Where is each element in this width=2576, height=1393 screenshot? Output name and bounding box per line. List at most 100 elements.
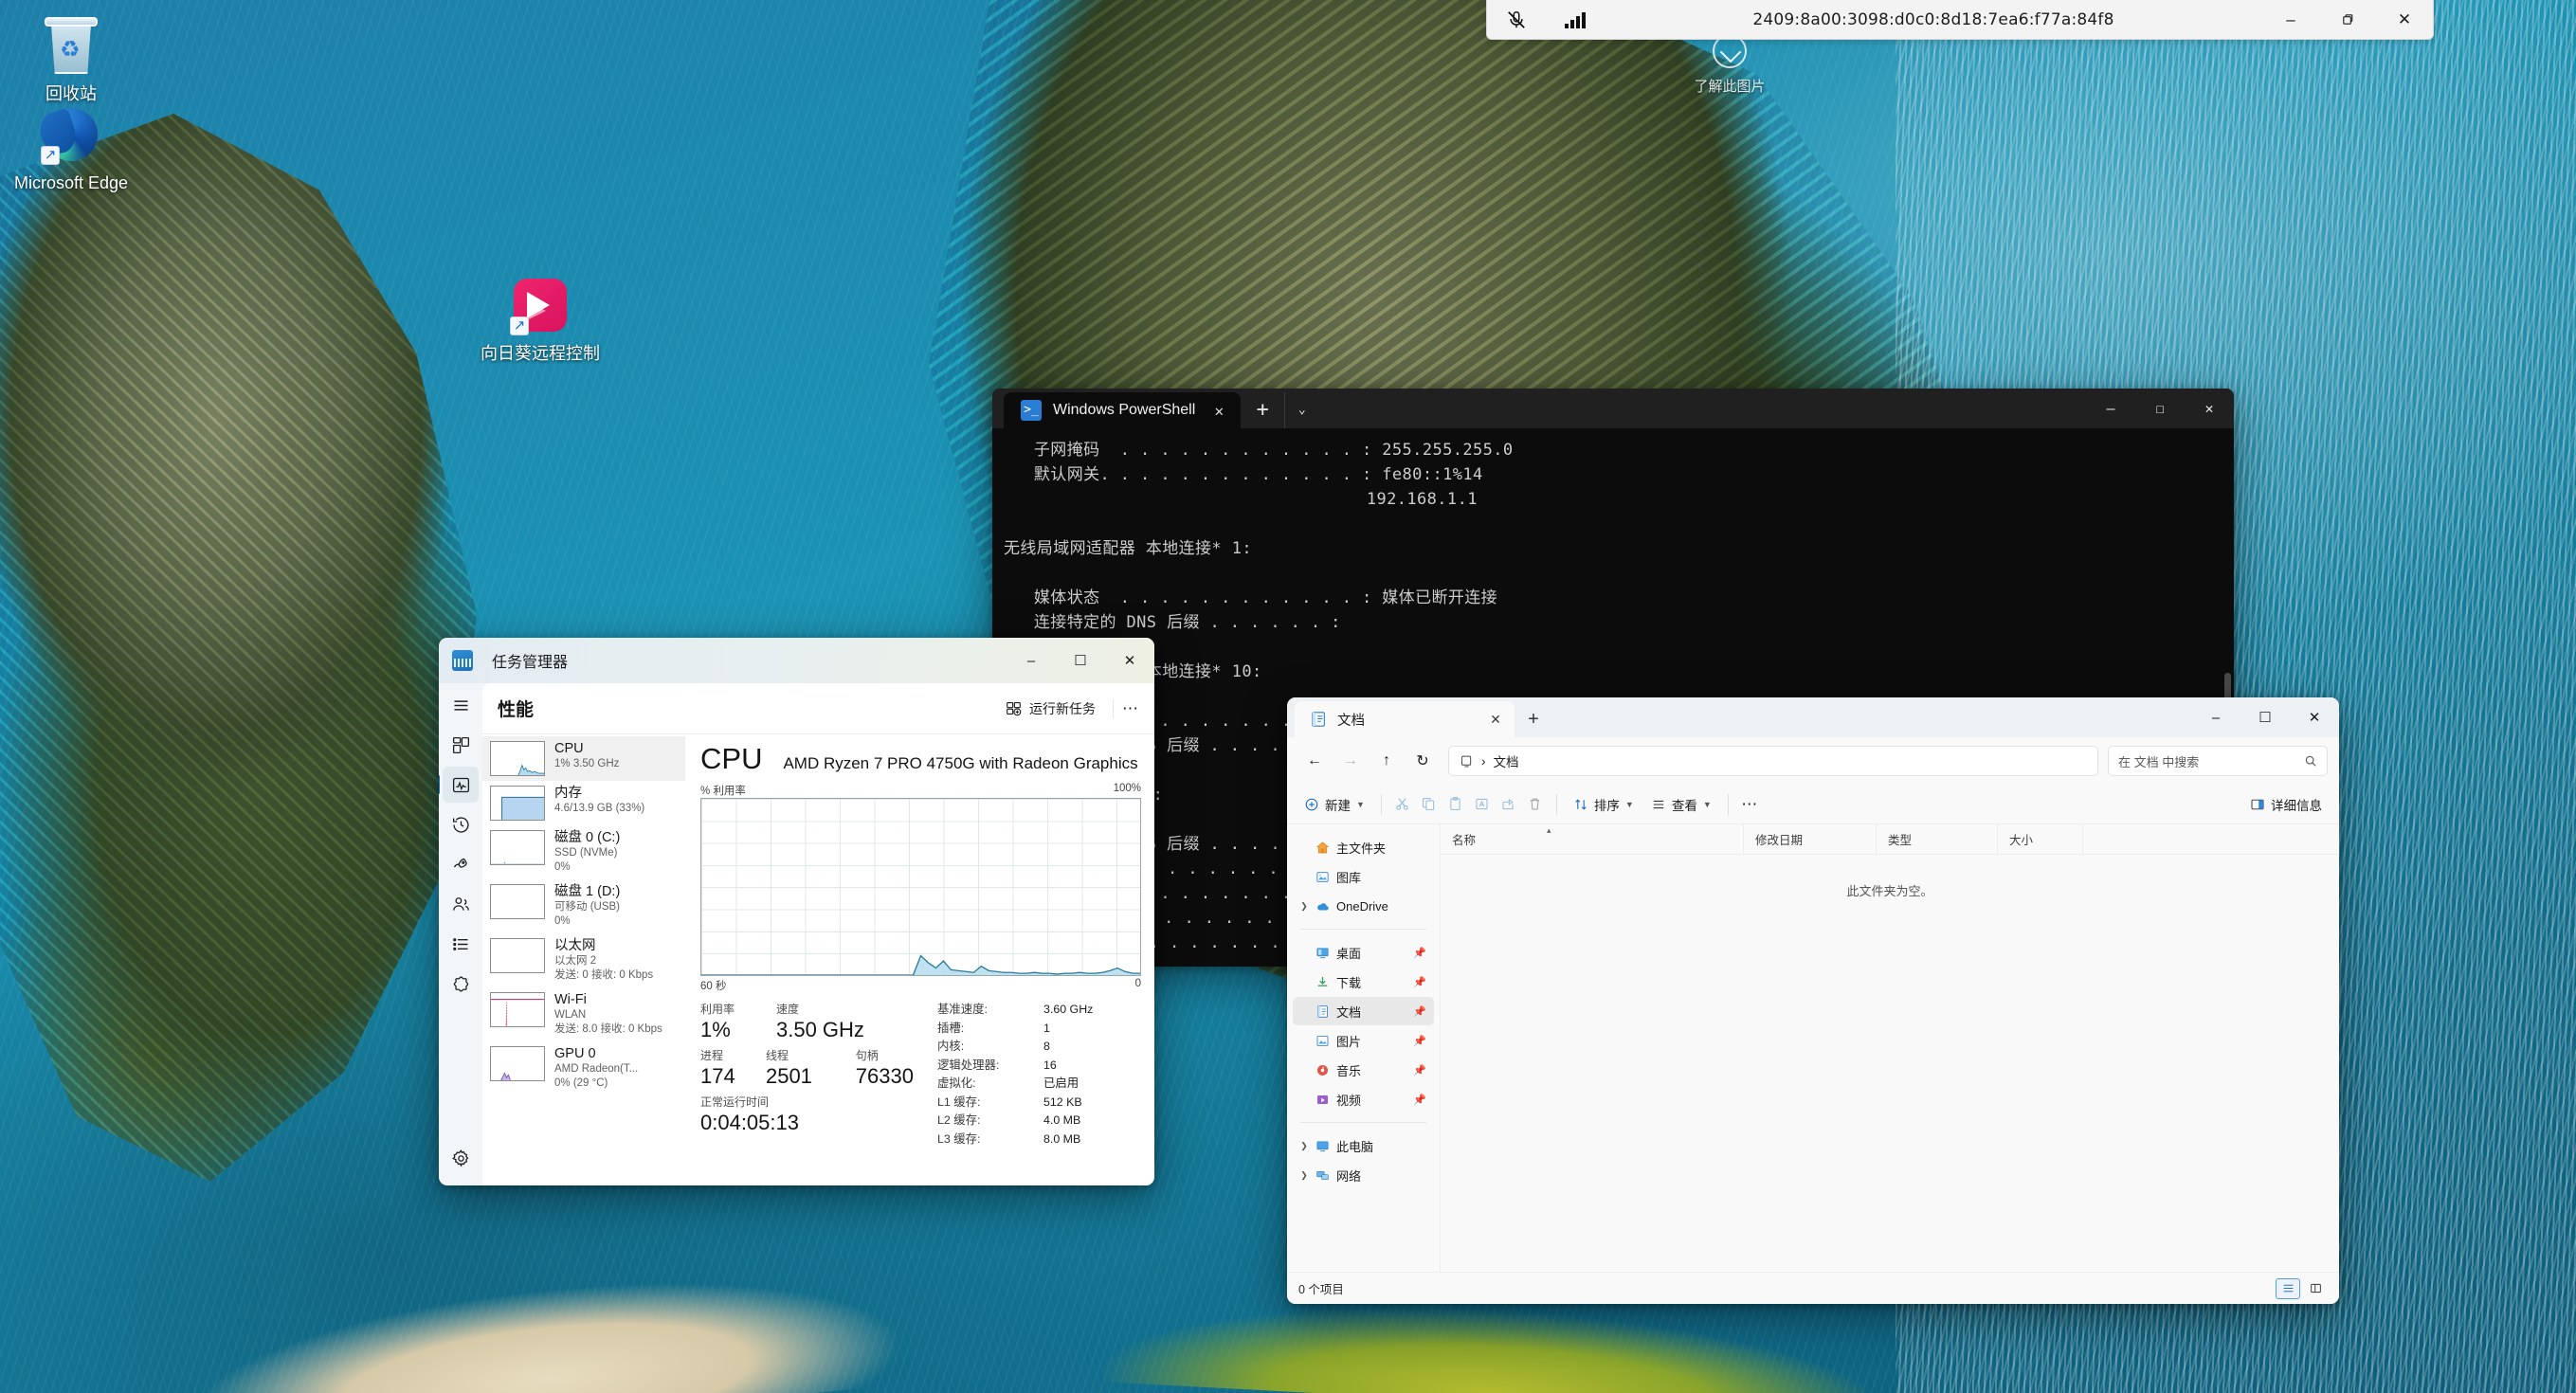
file-explorer-new-tab-button[interactable]: + [1515,701,1552,737]
toolbar-more-button[interactable]: ⋯ [1737,791,1762,818]
powershell-tab[interactable]: >_ Windows PowerShell ✕ [1004,392,1241,428]
powershell-tab-dropdown-icon[interactable]: ⌄ [1284,392,1318,428]
sidebar-item-label: 主文件夹 [1336,839,1413,857]
column-header[interactable]: 大小 [1998,824,2083,854]
device-list-item[interactable]: CPU1% 3.50 GHz [482,736,685,781]
pin-icon[interactable]: 📌 [1413,1064,1428,1076]
sidebar-item-performance[interactable] [443,767,479,803]
sidebar-item-documents[interactable]: 文档📌 [1293,997,1434,1025]
powershell-tab-close-icon[interactable]: ✕ [1206,402,1231,420]
sidebar-item-home[interactable]: 主文件夹 [1293,833,1434,861]
view-button[interactable]: 查看 ▼ [1643,789,1719,820]
file-explorer-toolbar: 新建 ▼ [1287,785,2339,824]
powershell-close-button[interactable]: ✕ [2185,389,2234,428]
sort-button[interactable]: 排序 ▼ [1566,789,1642,820]
file-explorer-maximize-button[interactable]: ☐ [2240,697,2290,737]
column-header[interactable]: 名称 [1441,824,1744,854]
device-stat: 发送: 8.0 接收: 0 Kbps [554,1022,662,1037]
task-manager-close-button[interactable]: ✕ [1105,638,1154,683]
sidebar-item-onedrive[interactable]: ❯OneDrive [1293,892,1434,920]
task-manager-window-controls: – ☐ ✕ [1007,638,1154,683]
tiles-view-icon[interactable] [2303,1278,2328,1299]
details-pane-icon [2250,797,2265,812]
session-close-button[interactable]: ✕ [2376,0,2433,40]
delete-icon[interactable] [1523,791,1548,818]
file-explorer-tab-close-icon[interactable]: ✕ [1482,712,1509,728]
powershell-maximize-button[interactable]: ☐ [2135,389,2185,428]
desktop-icon-sunflower-remote[interactable]: ↗ 向日葵远程控制 [479,273,602,365]
cpu-spec-row: 插槽:1 [937,1020,1141,1039]
sidebar-item-app-history[interactable] [443,806,479,842]
sidebar-item-startup-apps[interactable] [443,846,479,882]
chevron-right-icon[interactable]: ❯ [1297,901,1312,912]
breadcrumb[interactable]: › 文档 [1448,746,2098,776]
up-button[interactable]: ↑ [1370,746,1403,776]
pin-icon[interactable]: 📌 [1413,976,1428,988]
sidebar-item-services[interactable] [443,966,479,1002]
paste-icon[interactable] [1443,791,1468,818]
sidebar-item-details[interactable] [443,926,479,962]
pin-icon[interactable]: 📌 [1413,1094,1428,1106]
column-header[interactable]: 类型 [1877,824,1998,854]
session-minimize-button[interactable]: – [2262,0,2319,40]
device-list-item[interactable]: 磁盘 1 (D:)可移动 (USB)0% [482,879,685,933]
task-manager-window[interactable]: 任务管理器 – ☐ ✕ [439,638,1154,1185]
microphone-muted-icon[interactable] [1487,0,1546,40]
chevron-right-icon[interactable]: ❯ [1297,1141,1312,1151]
sidebar-item-network[interactable]: ❯网络 [1293,1161,1434,1189]
share-icon[interactable] [1497,791,1521,818]
chevron-right-icon[interactable]: ❯ [1297,1170,1312,1181]
copy-icon[interactable] [1417,791,1442,818]
file-explorer-close-button[interactable]: ✕ [2290,697,2339,737]
desktop-icon-recycle-bin[interactable]: ♻ 回收站 [9,13,133,105]
file-list-column-headers: 名称修改日期类型大小▴ [1441,824,2339,855]
sidebar-item-music[interactable]: 音乐📌 [1293,1056,1434,1084]
breadcrumb-current[interactable]: 文档 [1494,751,1519,770]
rename-icon[interactable] [1470,791,1495,818]
device-list-item[interactable]: 磁盘 0 (C:)SSD (NVMe)0% [482,825,685,879]
pin-icon[interactable]: 📌 [1413,947,1428,959]
details-pane-label: 详细信息 [2271,795,2322,814]
column-header[interactable]: 修改日期 [1744,824,1877,854]
sidebar-item-users[interactable] [443,886,479,922]
sort-button-label: 排序 [1594,795,1620,814]
task-manager-maximize-button[interactable]: ☐ [1056,638,1105,683]
search-input[interactable]: 在 文档 中搜索 [2108,746,2328,776]
device-list-item[interactable]: GPU 0AMD Radeon(T...0% (29 °C) [482,1041,685,1095]
task-manager-more-button[interactable]: ⋯ [1113,699,1147,718]
powershell-minimize-button[interactable]: – [2086,389,2135,428]
details-view-icon[interactable] [2276,1278,2300,1299]
desktop-icon-microsoft-edge[interactable]: ↗ Microsoft Edge [9,102,133,194]
sidebar-item-this-pc[interactable]: ❯此电脑 [1293,1131,1434,1160]
signal-bars-icon[interactable] [1546,0,1605,40]
edge-icon: ↗ [39,102,103,167]
pin-icon[interactable]: 📌 [1413,1005,1428,1018]
cut-icon[interactable] [1390,791,1415,818]
pin-icon[interactable]: 📌 [1413,1035,1428,1047]
settings-gear-icon[interactable] [443,1140,479,1176]
details-pane-button[interactable]: 详细信息 [2242,789,2330,820]
task-manager-minimize-button[interactable]: – [1007,638,1056,683]
new-button[interactable]: 新建 ▼ [1297,789,1372,820]
sidebar-item-downloads[interactable]: 下载📌 [1293,968,1434,996]
powershell-new-tab-button[interactable]: + [1241,392,1284,428]
device-list-item[interactable]: Wi-FiWLAN发送: 8.0 接收: 0 Kbps [482,987,685,1041]
run-new-task-button[interactable]: 运行新任务 [996,694,1105,724]
learn-about-image-watermark[interactable]: 了解此图片 [1668,34,1791,96]
sidebar-item-pictures[interactable]: 图片📌 [1293,1026,1434,1055]
device-list-item[interactable]: 内存4.6/13.9 GB (33%) [482,781,685,825]
hamburger-menu-icon[interactable] [443,687,479,723]
refresh-button[interactable]: ↻ [1406,746,1439,776]
file-explorer-tab[interactable]: 文档 ✕ [1295,701,1515,737]
sidebar-item-desktop[interactable]: 桌面📌 [1293,938,1434,967]
sidebar-item-processes[interactable] [443,727,479,763]
file-explorer-minimize-button[interactable]: – [2191,697,2240,737]
file-explorer-window[interactable]: 文档 ✕ + – ☐ ✕ ← → ↑ ↻ › 文档 在 文档 [1287,697,2339,1304]
back-button[interactable]: ← [1298,746,1331,776]
sidebar-item-videos[interactable]: 视频📌 [1293,1085,1434,1113]
device-list-item[interactable]: 以太网以太网 2发送: 0 接收: 0 Kbps [482,933,685,987]
session-restore-button[interactable] [2319,0,2376,40]
forward-button[interactable]: → [1334,746,1367,776]
sidebar-item-gallery[interactable]: 图库 [1293,862,1434,891]
videos-icon [1312,1090,1333,1109]
